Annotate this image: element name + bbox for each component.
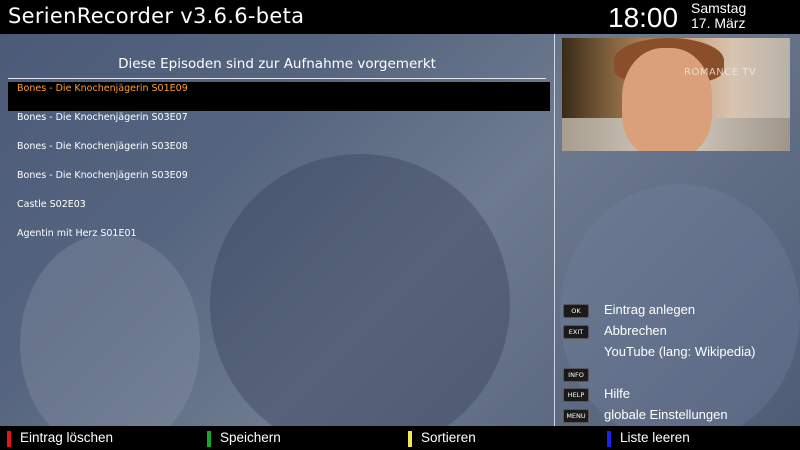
episode-list-item[interactable]: Castle S02E03 [8,198,550,227]
episode-label: Bones - Die Knochenjägerin S03E09 [17,170,188,181]
clock-weekday: Samstag [691,0,747,16]
blue-button-label: Liste leeren [620,430,690,445]
episode-label: Castle S02E03 [17,199,86,210]
main-panel: Diese Episoden sind zur Aufnahme vorgeme… [0,34,800,426]
info-key-icon: INFO [563,368,589,382]
red-key-icon [7,431,11,447]
key-help-label: YouTube (lang: Wikipedia) [604,344,756,359]
key-help-label: Hilfe [604,386,631,401]
menu-key-icon: MENU [563,409,589,423]
list-title: Diese Episoden sind zur Aufnahme vorgeme… [118,56,436,72]
panel-divider [554,34,555,426]
blue-key-icon [607,431,611,447]
episode-list-item[interactable]: Bones - Die Knochenjägerin S01E09 [8,82,550,111]
channel-logo: ROMANCE TV [684,67,757,78]
list-divider [8,78,546,79]
key-help-label: globale Einstellungen [604,407,728,422]
episode-list-item[interactable]: Bones - Die Knochenjägerin S03E07 [8,111,550,140]
red-button-label: Eintrag löschen [20,430,114,445]
clock-date: 17. März [691,15,746,31]
yellow-key-icon [408,431,412,447]
yellow-button-label: Sortieren [421,430,476,445]
exit-key-icon: EXIT [563,325,589,339]
episode-list-item[interactable]: Agentin mit Herz S01E01 [8,227,550,256]
clock-time: 18:00 [608,2,679,33]
key-help-label: Abbrechen [604,323,667,338]
green-button-label: Speichern [220,430,281,445]
app-title: SerienRecorder v3.6.6-beta [8,4,305,28]
help-key-icon: HELP [563,388,589,402]
episode-label: Bones - Die Knochenjägerin S01E09 [17,83,188,94]
episode-label: Bones - Die Knochenjägerin S03E07 [17,112,188,123]
episode-list-item[interactable]: Bones - Die Knochenjägerin S03E09 [8,169,550,198]
ok-key-icon: OK [563,304,589,318]
header-bar: SerienRecorder v3.6.6-beta 18:00 Samstag… [0,0,800,34]
tv-preview: ROMANCE TV [562,38,790,151]
episode-label: Bones - Die Knochenjägerin S03E08 [17,141,188,152]
color-button-bar: Eintrag löschen Speichern Sortieren List… [0,426,800,450]
preview-image-part [622,48,712,151]
background-shape [20,234,200,426]
episode-label: Agentin mit Herz S01E01 [17,228,137,239]
episode-list-item[interactable]: Bones - Die Knochenjägerin S03E08 [8,140,550,169]
green-key-icon [207,431,211,447]
key-help-label: Eintrag anlegen [604,302,696,317]
